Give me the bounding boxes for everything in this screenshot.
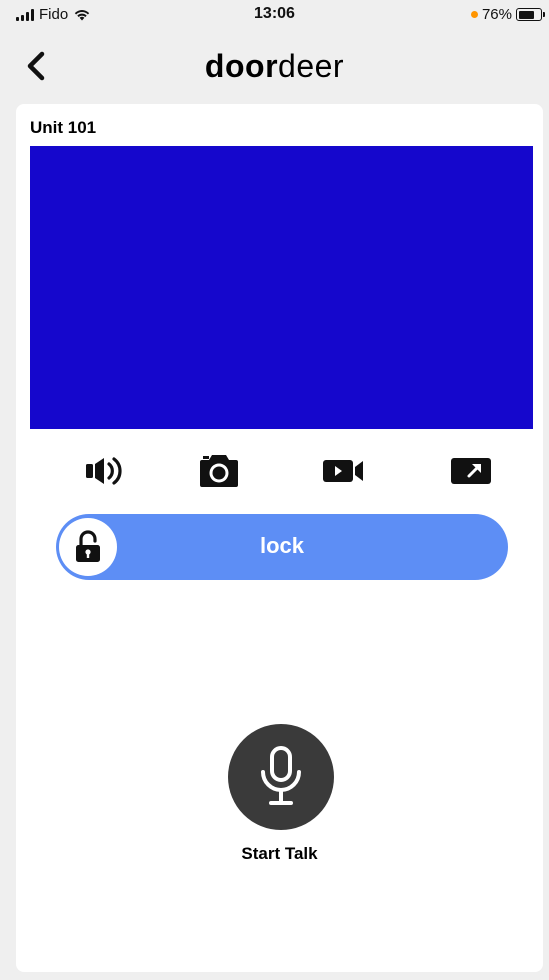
battery-cap: [543, 12, 545, 17]
start-talk-button[interactable]: [228, 724, 334, 830]
carrier-name: Fido: [39, 6, 69, 23]
status-right: 76%: [470, 6, 545, 23]
app-logo: doordeer: [0, 48, 549, 85]
media-controls: [16, 446, 543, 496]
camera-icon: [200, 455, 238, 487]
battery-icon: [516, 8, 542, 21]
microphone-icon: [261, 746, 301, 805]
signal-icon: [16, 8, 34, 21]
app-screen: Fido 13:06 76% doordeer Unit 101 lock St…: [0, 0, 549, 980]
wifi-icon: [74, 10, 90, 21]
unit-title: Unit 101: [30, 118, 97, 137]
video-feed[interactable]: [30, 146, 533, 429]
logo-bold-text: door: [204, 48, 279, 84]
fullscreen-icon: [451, 458, 491, 484]
camera-button[interactable]: [194, 446, 244, 496]
battery-percent: 76%: [481, 6, 512, 23]
speaker-button[interactable]: [80, 446, 130, 496]
record-video-button[interactable]: [319, 446, 369, 496]
intercom-card: Unit 101 lock Start Talk: [16, 104, 543, 972]
start-talk-label: Start Talk: [241, 844, 318, 863]
orange-dot-indicator: [470, 11, 478, 18]
lock-label: lock: [259, 533, 305, 558]
status-left: Fido: [16, 6, 91, 23]
logo-light-text: deer: [278, 48, 345, 84]
top-nav: doordeer: [0, 36, 549, 96]
speaker-icon: [86, 457, 122, 485]
video-record-icon: [323, 460, 363, 482]
status-bar: Fido 13:06 76%: [0, 0, 549, 30]
lock-slider[interactable]: lock: [56, 514, 508, 580]
fullscreen-button[interactable]: [446, 446, 496, 496]
